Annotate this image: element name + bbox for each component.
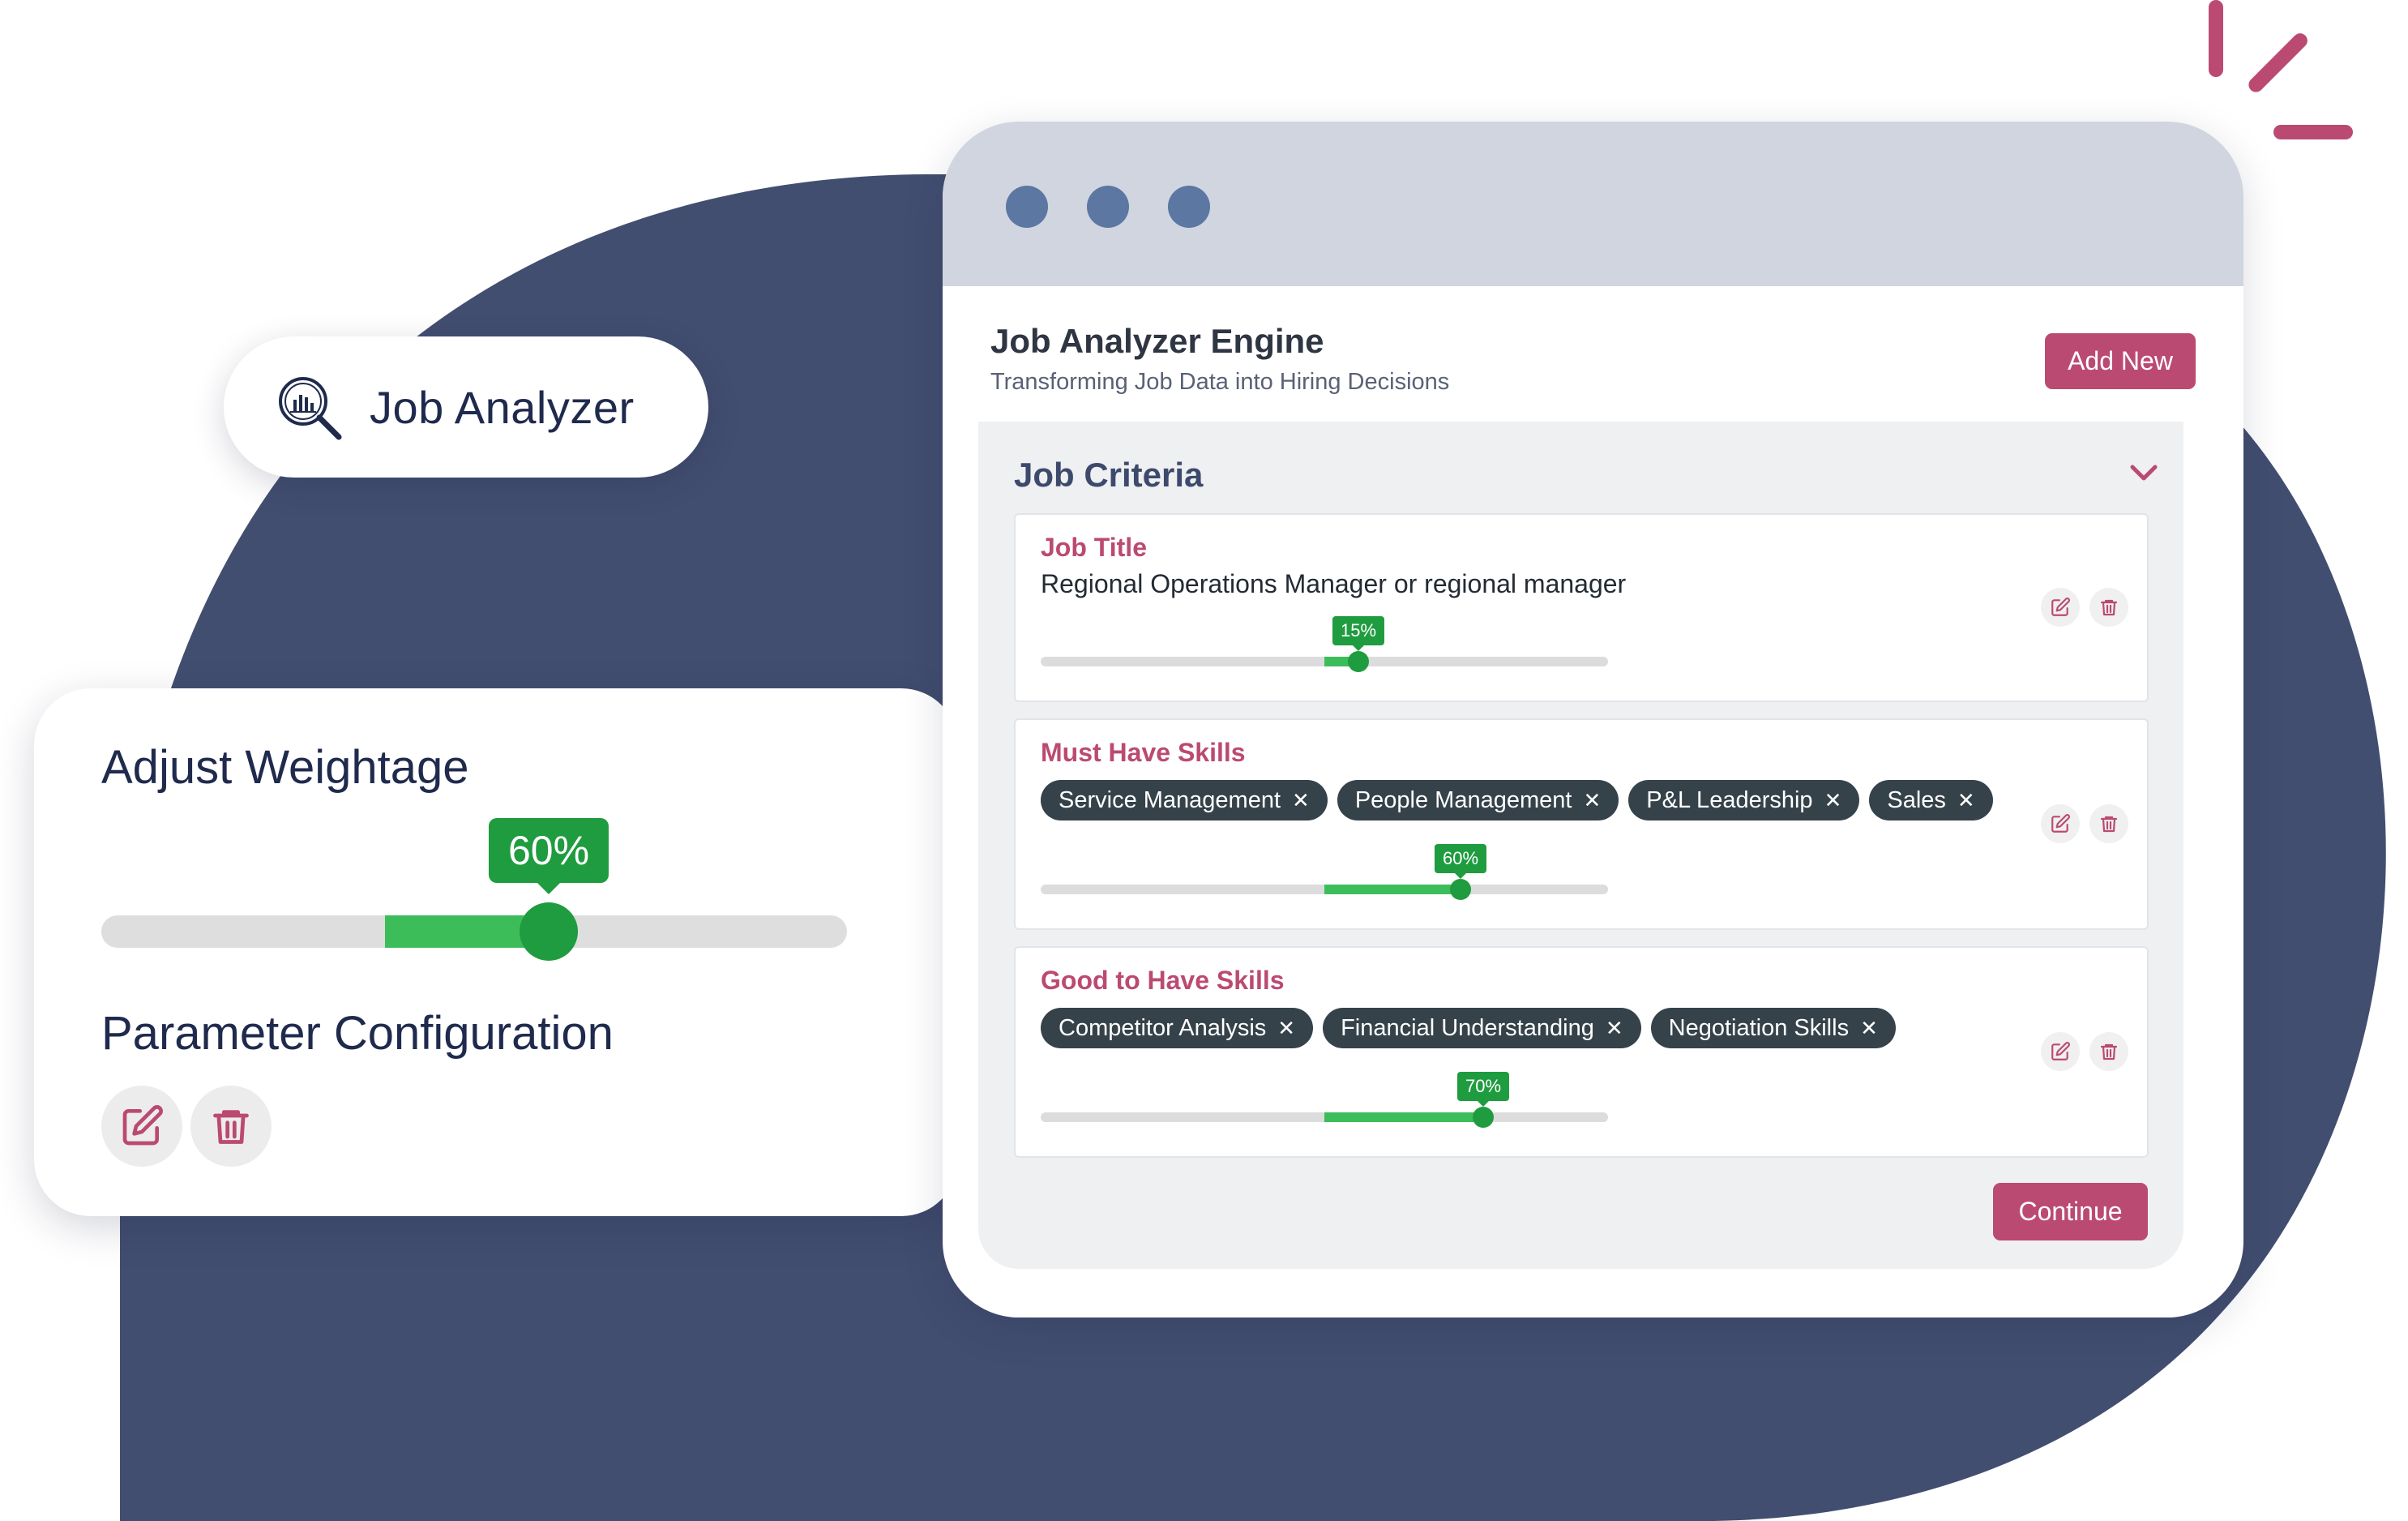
skill-chip[interactable]: Sales ✕ bbox=[1869, 780, 1993, 820]
card-actions bbox=[2041, 804, 2128, 843]
remove-chip-icon[interactable]: ✕ bbox=[1583, 788, 1601, 813]
slider-value-tooltip: 60% bbox=[1434, 844, 1487, 873]
weightage-slider[interactable]: 60% bbox=[101, 818, 847, 961]
app-window: Job Analyzer Engine Transforming Job Dat… bbox=[943, 122, 2243, 1317]
pill-label: Job Analyzer bbox=[370, 381, 635, 433]
app-title: Job Analyzer Engine bbox=[990, 322, 1324, 360]
continue-button[interactable]: Continue bbox=[1993, 1183, 2148, 1240]
criteria-card-job-title: Job Title Regional Operations Manager or… bbox=[1014, 513, 2149, 702]
remove-chip-icon[interactable]: ✕ bbox=[1860, 1016, 1878, 1041]
app-subtitle: Transforming Job Data into Hiring Decisi… bbox=[990, 369, 1450, 395]
delete-button[interactable] bbox=[2089, 1032, 2128, 1071]
skill-chip[interactable]: Negotiation Skills ✕ bbox=[1650, 1008, 1896, 1048]
job-criteria-title: Job Criteria bbox=[1014, 456, 1204, 494]
card-actions bbox=[2041, 1032, 2128, 1071]
remove-chip-icon[interactable]: ✕ bbox=[1957, 788, 1975, 813]
remove-chip-icon[interactable]: ✕ bbox=[1824, 788, 1842, 813]
trash-icon bbox=[2100, 816, 2118, 833]
slider-fill bbox=[1324, 1112, 1483, 1122]
slider-fill bbox=[1324, 885, 1461, 894]
add-new-button[interactable]: Add New bbox=[2045, 333, 2196, 389]
slider-value-tooltip: 15% bbox=[1332, 616, 1385, 645]
chip-label: Service Management bbox=[1059, 786, 1281, 813]
chip-label: Negotiation Skills bbox=[1668, 1014, 1850, 1041]
criteria-weight-slider[interactable]: 60% bbox=[1041, 844, 1608, 901]
delete-button[interactable] bbox=[190, 1086, 272, 1167]
trash-icon bbox=[2100, 1043, 2118, 1060]
trash-icon bbox=[2100, 599, 2118, 616]
slider-handle[interactable] bbox=[520, 902, 578, 961]
criteria-weight-slider[interactable]: 70% bbox=[1041, 1072, 1608, 1129]
chip-label: P&L Leadership bbox=[1646, 786, 1813, 813]
edit-button[interactable] bbox=[101, 1086, 182, 1167]
edit-icon bbox=[122, 1105, 163, 1146]
slider-value-tooltip: 70% bbox=[1456, 1072, 1510, 1101]
skill-chip[interactable]: Financial Understanding ✕ bbox=[1323, 1008, 1641, 1048]
criteria-value: Regional Operations Manager or regional … bbox=[1041, 569, 1627, 598]
criteria-title: Good to Have Skills bbox=[1041, 966, 1285, 995]
chevron-down-icon[interactable] bbox=[2128, 461, 2160, 485]
card-actions bbox=[2041, 588, 2128, 627]
edit-button[interactable] bbox=[2041, 804, 2080, 843]
adjust-weightage-card: Adjust Weightage 60% Parameter Configura… bbox=[34, 688, 958, 1216]
skill-chip[interactable]: People Management ✕ bbox=[1337, 780, 1619, 820]
window-dot-1[interactable] bbox=[1006, 186, 1048, 228]
criteria-card-must-have-skills: Must Have Skills Service Management ✕ Peo… bbox=[1014, 718, 2149, 930]
slider-handle[interactable] bbox=[1348, 651, 1369, 672]
remove-chip-icon[interactable]: ✕ bbox=[1292, 788, 1310, 813]
job-analyzer-pill: Job Analyzer bbox=[224, 336, 708, 478]
adjust-weightage-title: Adjust Weightage bbox=[101, 741, 469, 794]
window-titlebar bbox=[943, 122, 2243, 286]
skill-chips: Competitor Analysis ✕ Financial Understan… bbox=[1041, 1008, 1896, 1048]
chip-label: Sales bbox=[1887, 786, 1946, 813]
job-criteria-panel: Job Criteria Job Title Regional Operatio… bbox=[978, 422, 2183, 1269]
criteria-weight-slider[interactable]: 15% bbox=[1041, 616, 1608, 673]
delete-button[interactable] bbox=[2089, 804, 2128, 843]
skill-chips: Service Management ✕ People Management ✕ P… bbox=[1041, 780, 1993, 820]
skill-chip[interactable]: P&L Leadership ✕ bbox=[1628, 780, 1860, 820]
skill-chip[interactable]: Service Management ✕ bbox=[1041, 780, 1328, 820]
trash-icon bbox=[213, 1110, 249, 1144]
parameter-configuration-title: Parameter Configuration bbox=[101, 1007, 614, 1060]
remove-chip-icon[interactable]: ✕ bbox=[1277, 1016, 1295, 1041]
criteria-title: Must Have Skills bbox=[1041, 738, 1246, 767]
criteria-title: Job Title bbox=[1041, 533, 1147, 562]
remove-chip-icon[interactable]: ✕ bbox=[1606, 1016, 1623, 1041]
window-dot-2[interactable] bbox=[1087, 186, 1129, 228]
chip-label: People Management bbox=[1354, 786, 1572, 813]
edit-icon bbox=[2051, 814, 2070, 833]
edit-button[interactable] bbox=[2041, 588, 2080, 627]
chip-label: Financial Understanding bbox=[1341, 1014, 1594, 1041]
window-dot-3[interactable] bbox=[1168, 186, 1210, 228]
skill-chip[interactable]: Competitor Analysis ✕ bbox=[1041, 1008, 1314, 1048]
edit-icon bbox=[2051, 1042, 2070, 1060]
magnifier-chart-icon bbox=[279, 377, 342, 440]
criteria-card-good-to-have-skills: Good to Have Skills Competitor Analysis ✕… bbox=[1014, 946, 2149, 1158]
slider-value-tooltip: 60% bbox=[488, 818, 609, 883]
delete-button[interactable] bbox=[2089, 588, 2128, 627]
slider-handle[interactable] bbox=[1473, 1107, 1494, 1128]
chip-label: Competitor Analysis bbox=[1059, 1014, 1267, 1041]
edit-button[interactable] bbox=[2041, 1032, 2080, 1071]
slider-handle[interactable] bbox=[1450, 879, 1471, 900]
edit-icon bbox=[2051, 598, 2070, 616]
